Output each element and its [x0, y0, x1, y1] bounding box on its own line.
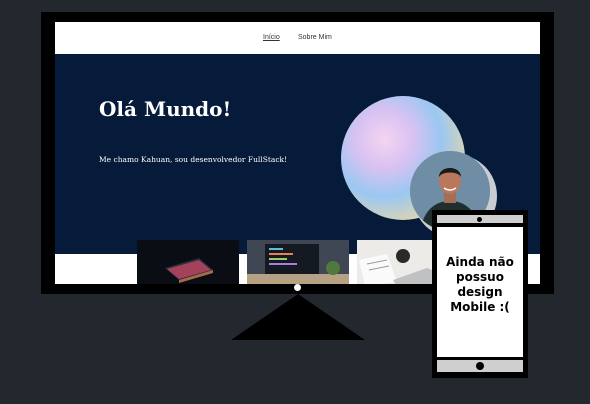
home-button[interactable] [476, 362, 484, 370]
power-button[interactable] [294, 284, 301, 291]
hero-title: Olá Mundo! [99, 97, 232, 121]
code-monitor-image [247, 240, 349, 284]
laptop-image [137, 240, 239, 284]
mobile-device-frame: Ainda não possuo design Mobile :( [432, 210, 528, 378]
nav-link-sobre-mim[interactable]: Sobre Mim [298, 34, 332, 41]
top-navigation: Início Sobre Mim [55, 22, 540, 54]
device-top-bar [437, 215, 523, 223]
mobile-screen: Ainda não possuo design Mobile :( [437, 227, 523, 357]
mobile-message: Ainda não possuo design Mobile :( [446, 255, 514, 314]
nav-link-inicio[interactable]: Início [263, 34, 280, 41]
device-bottom-bar [437, 360, 523, 372]
monitor-stand [231, 294, 365, 340]
camera-icon [477, 216, 482, 222]
hero-subtitle: Me chamo Kahuan, sou desenvolvedor FullS… [99, 155, 288, 164]
project-thumbnail-2[interactable] [247, 240, 349, 284]
project-thumbnail-1[interactable] [137, 240, 239, 284]
